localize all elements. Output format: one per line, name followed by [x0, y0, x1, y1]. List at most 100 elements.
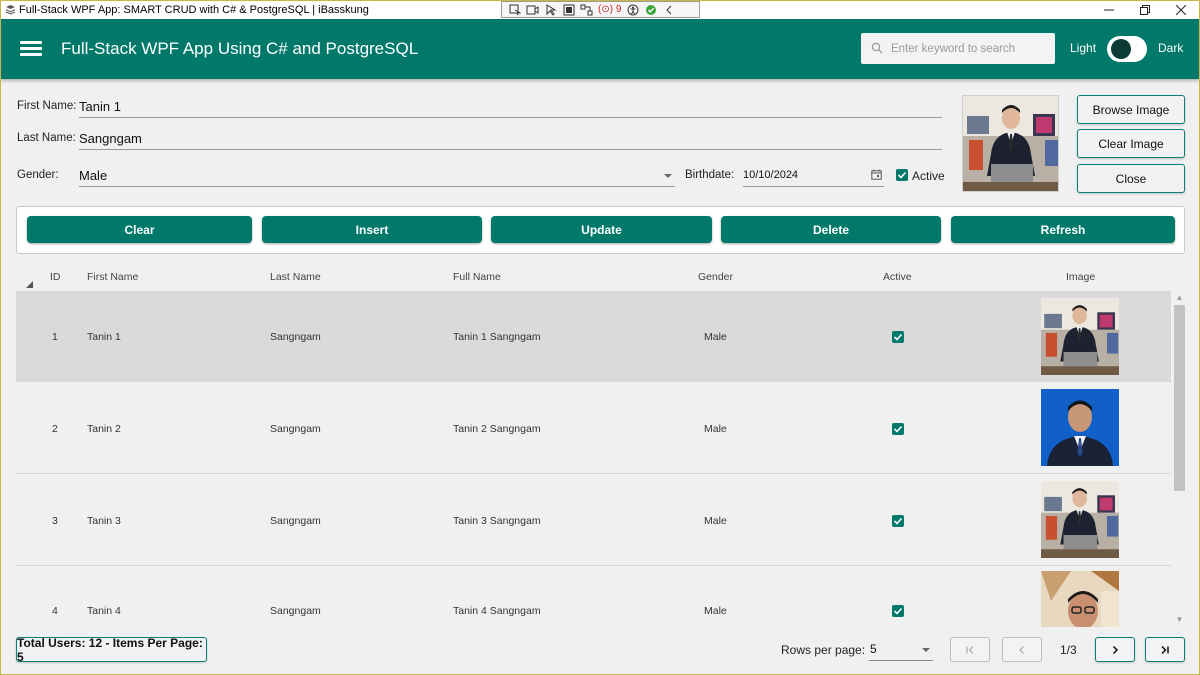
column-header-gender[interactable]: Gender: [698, 271, 733, 283]
cell-active-checkbox[interactable]: [892, 515, 904, 527]
table-header: ID First Name Last Name Full Name Gender…: [16, 261, 1186, 291]
video-icon[interactable]: [526, 4, 539, 16]
checkmark-icon: [893, 425, 903, 433]
accessibility-icon[interactable]: [626, 4, 639, 16]
rows-per-page-value: 5: [870, 642, 877, 656]
cell-id: 1: [52, 331, 58, 343]
active-checkbox[interactable]: [896, 169, 908, 181]
pointer-icon[interactable]: [544, 3, 557, 16]
cell-full-name: Tanin 2 Sangngam: [453, 423, 541, 435]
minimize-icon: [1104, 9, 1114, 11]
binding-failures-icon[interactable]: (⊙) 9: [598, 4, 621, 16]
rows-per-page-select[interactable]: 5: [869, 639, 933, 661]
cell-image: [1041, 389, 1119, 466]
track-focus-icon[interactable]: [580, 4, 593, 16]
cell-active-checkbox[interactable]: [892, 331, 904, 343]
cell-first-name: Tanin 4: [87, 605, 121, 617]
last-name-field[interactable]: Sangngam: [79, 128, 942, 150]
collapse-toolbar-icon[interactable]: [662, 4, 675, 16]
close-icon: [1176, 5, 1186, 15]
previous-page-button[interactable]: [1002, 637, 1042, 662]
close-button[interactable]: Close: [1077, 164, 1185, 193]
toggle-knob: [1111, 39, 1131, 59]
rows-per-page-label: Rows per page:: [781, 643, 866, 657]
column-header-last-name[interactable]: Last Name: [270, 271, 321, 283]
cell-first-name: Tanin 1: [87, 331, 121, 343]
menu-button[interactable]: [20, 39, 42, 57]
cell-full-name: Tanin 3 Sangngam: [453, 515, 541, 527]
checkmark-icon: [897, 171, 907, 179]
profile-photo: [962, 95, 1059, 192]
delete-button[interactable]: Delete: [721, 216, 941, 243]
column-header-image[interactable]: Image: [1066, 271, 1095, 283]
first-name-field[interactable]: Tanin 1: [79, 96, 942, 118]
birthdate-picker[interactable]: 10/10/2024: [743, 165, 884, 187]
scroll-down-icon[interactable]: ▼: [1175, 615, 1184, 624]
cell-full-name: Tanin 1 Sangngam: [453, 331, 541, 343]
gender-select[interactable]: Male: [79, 165, 675, 187]
last-page-icon: [1161, 645, 1169, 654]
browse-image-button[interactable]: Browse Image: [1077, 95, 1185, 124]
close-window-button[interactable]: [1163, 1, 1199, 19]
birthdate-label: Birthdate:: [685, 169, 735, 181]
chevron-right-icon: [1112, 645, 1119, 654]
gender-value: Male: [79, 168, 108, 183]
office-photo-image: [963, 96, 1058, 191]
search-icon: [871, 42, 883, 54]
app-window: Full-Stack WPF App: SMART CRUD with C# &…: [0, 0, 1200, 675]
restore-button[interactable]: [1127, 1, 1163, 19]
theme-toggle[interactable]: [1107, 36, 1147, 62]
office-photo-image: [1041, 298, 1119, 375]
chevron-down-icon: [922, 648, 930, 652]
refresh-button[interactable]: Refresh: [951, 216, 1175, 243]
scrollbar-thumb[interactable]: [1174, 305, 1185, 491]
clear-image-button[interactable]: Clear Image: [1077, 129, 1185, 158]
select-all-corner[interactable]: [26, 281, 33, 288]
status-ok-icon[interactable]: [644, 4, 657, 16]
cell-id: 3: [52, 515, 58, 527]
app-header: Full-Stack WPF App Using C# and PostgreS…: [1, 19, 1199, 79]
cell-last-name: Sangngam: [270, 331, 321, 343]
first-name-value: Tanin 1: [79, 99, 121, 114]
update-button[interactable]: Update: [491, 216, 712, 243]
checkmark-icon: [893, 517, 903, 525]
first-page-icon: [966, 645, 974, 654]
insert-button[interactable]: Insert: [262, 216, 482, 243]
scroll-up-icon[interactable]: ▲: [1175, 293, 1184, 302]
column-header-active[interactable]: Active: [883, 271, 912, 283]
checkmark-icon: [893, 607, 903, 615]
column-header-first-name[interactable]: First Name: [87, 271, 138, 283]
table-row[interactable]: 3 Tanin 3 Sangngam Tanin 3 Sangngam Male: [16, 475, 1171, 566]
table-scrollbar[interactable]: ▲ ▼: [1173, 291, 1186, 627]
minimize-button[interactable]: [1091, 1, 1127, 19]
select-element-icon[interactable]: [508, 4, 521, 16]
last-page-button[interactable]: [1145, 637, 1185, 662]
cell-active-checkbox[interactable]: [892, 605, 904, 617]
cell-active-checkbox[interactable]: [892, 423, 904, 435]
table-row[interactable]: 1 Tanin 1 Sangngam Tanin 1 Sangngam Male: [16, 291, 1171, 382]
column-header-id[interactable]: ID: [50, 271, 61, 283]
search-box[interactable]: [861, 33, 1055, 64]
cell-gender: Male: [704, 605, 727, 617]
table-row[interactable]: 4 Tanin 4 Sangngam Tanin 4 Sangngam Male: [16, 567, 1171, 627]
hamburger-icon: [20, 41, 42, 44]
page-indicator: 1/3: [1060, 643, 1077, 657]
next-page-button[interactable]: [1095, 637, 1135, 662]
page-title: Full-Stack WPF App Using C# and PostgreS…: [61, 39, 419, 58]
total-users-summary: Total Users: 12 - Items Per Page: 5: [16, 636, 207, 664]
chevron-left-icon: [1019, 645, 1024, 654]
column-header-full-name[interactable]: Full Name: [453, 271, 501, 283]
first-page-button[interactable]: [950, 637, 990, 662]
layout-adorner-icon[interactable]: [562, 4, 575, 16]
clear-button[interactable]: Clear: [27, 216, 252, 243]
last-name-label: Last Name:: [17, 132, 76, 144]
search-input[interactable]: [891, 40, 1049, 58]
chevron-down-icon: [664, 174, 672, 178]
office-photo-image: [1041, 481, 1119, 558]
debug-toolbar: (⊙) 9: [501, 1, 700, 18]
theme-dark-label: Dark: [1158, 41, 1184, 55]
calendar-icon[interactable]: [871, 169, 882, 180]
checkmark-icon: [893, 333, 903, 341]
cell-full-name: Tanin 4 Sangngam: [453, 605, 541, 617]
table-row[interactable]: 2 Tanin 2 Sangngam Tanin 2 Sangngam Male: [16, 383, 1171, 474]
